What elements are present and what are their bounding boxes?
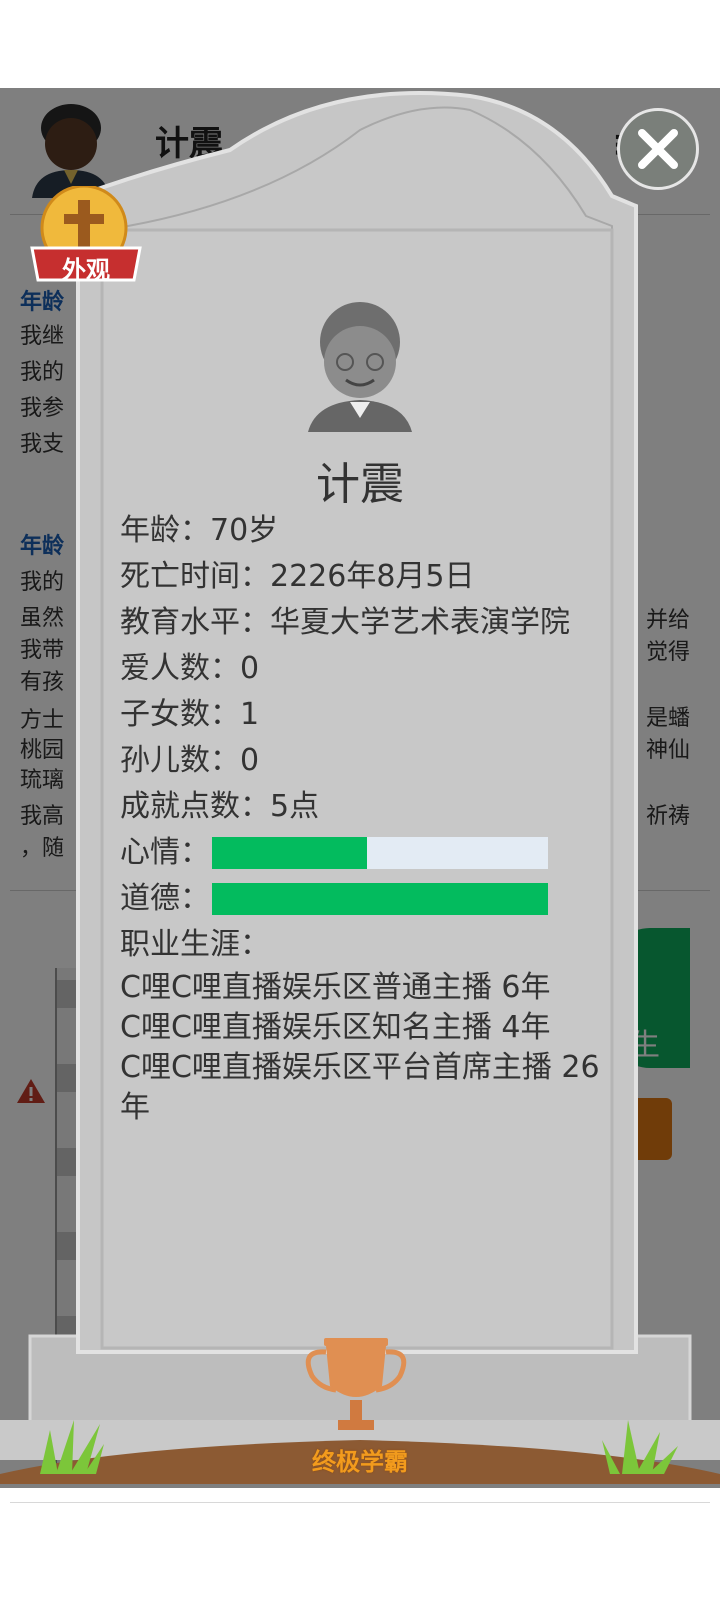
morality-bar-fill — [212, 883, 548, 915]
morality-bar — [212, 883, 548, 915]
career-label: 职业生涯： — [120, 927, 270, 962]
achievement-title: 终极学霸 — [312, 1448, 408, 1476]
partners-row: 爱人数：0 — [120, 651, 260, 686]
appearance-button[interactable]: 外观 — [30, 184, 142, 286]
deceased-name: 计震 — [316, 459, 404, 510]
education-row: 教育水平：华夏大学艺术表演学院 — [120, 605, 570, 640]
divider — [10, 1502, 710, 1503]
life-summary[interactable]: 年龄：70岁 死亡时间：2226年8月5日 教育水平：华夏大学艺术表演学院 爱人… — [120, 508, 600, 1190]
achievement-points-row: 成就点数：5点 — [120, 789, 320, 824]
children-row: 子女数：1 — [120, 697, 260, 732]
career-item: C哩C哩直播娱乐区普通主播 6年 — [120, 970, 551, 1005]
death-time-row: 死亡时间：2226年8月5日 — [120, 559, 475, 594]
morality-row: 道德： — [120, 876, 600, 922]
close-button[interactable] — [617, 108, 699, 190]
close-icon — [638, 129, 678, 169]
career-item: C哩C哩直播娱乐区知名主播 4年 — [120, 1010, 551, 1045]
mood-bar — [212, 837, 548, 869]
career-item: C哩C哩直播娱乐区平台首席主播 26年 — [120, 1050, 600, 1125]
mood-bar-fill — [212, 837, 367, 869]
grandchildren-row: 孙儿数：0 — [120, 743, 260, 778]
age-row: 年龄：70岁 — [120, 513, 279, 548]
mood-row: 心情： — [120, 830, 600, 876]
